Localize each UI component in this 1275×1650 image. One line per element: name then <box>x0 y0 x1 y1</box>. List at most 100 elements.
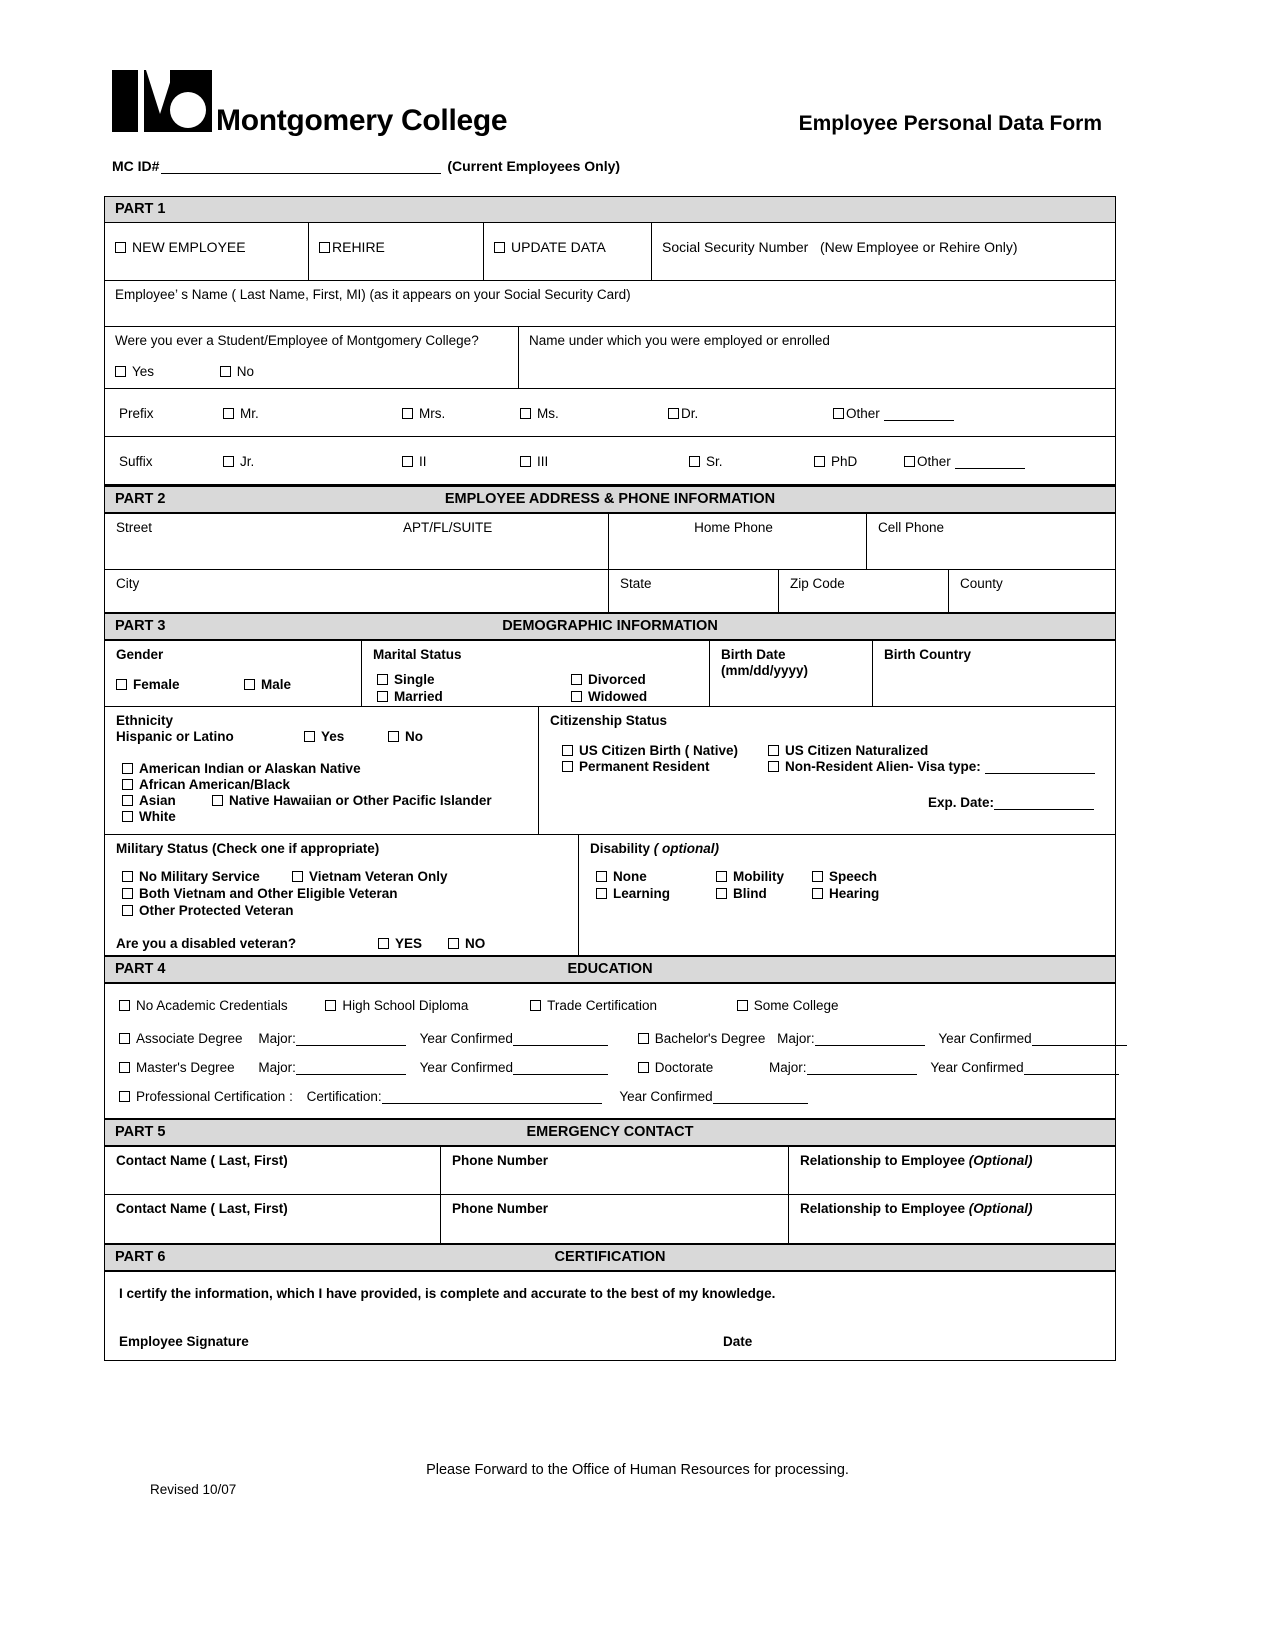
edu-associate-year-input[interactable] <box>512 1045 608 1046</box>
employee-signature-label[interactable]: Employee Signature <box>119 1334 249 1349</box>
rehire-cell[interactable]: REHIRE <box>309 223 484 280</box>
edu-bachelor-year-input[interactable] <box>1031 1045 1127 1046</box>
military-none-checkbox[interactable] <box>122 871 133 882</box>
disabled-veteran-yes-checkbox[interactable] <box>378 938 389 949</box>
disability-none-checkbox[interactable] <box>596 871 607 882</box>
marital-widowed[interactable]: Widowed <box>571 689 647 704</box>
gender-female-checkbox[interactable] <box>116 679 127 690</box>
edu-associate-major[interactable]: Major: <box>258 1031 406 1046</box>
street-cell[interactable]: Street APT/FL/SUITE <box>105 514 609 569</box>
suffix-phd-checkbox[interactable] <box>814 456 825 467</box>
edu-associate-degree-checkbox[interactable] <box>119 1033 130 1044</box>
edu-doctorate-major[interactable]: Major: <box>769 1060 917 1075</box>
hispanic-yes[interactable]: Yes <box>304 729 344 744</box>
military-none[interactable]: No Military Service <box>122 869 260 884</box>
prefix-mrs-checkbox[interactable] <box>402 408 413 419</box>
edu-doctorate-degree-checkbox[interactable] <box>637 1062 649 1073</box>
disability-mobility-checkbox[interactable] <box>716 871 727 882</box>
suffix-other-input[interactable] <box>954 468 1025 469</box>
edu-prof-cert[interactable]: Professional Certification : <box>119 1089 293 1104</box>
disability-hearing-checkbox[interactable] <box>812 888 823 899</box>
visa-type-input[interactable] <box>984 773 1095 774</box>
citizenship-permanent-resident[interactable]: Permanent Resident <box>562 759 710 774</box>
suffix-phd[interactable]: PhD <box>814 454 857 469</box>
suffix-other[interactable]: Other <box>904 454 1025 469</box>
prefix-other[interactable]: Other <box>833 406 954 421</box>
prefix-dr-checkbox[interactable] <box>668 408 679 419</box>
edu-master-degree-checkbox[interactable] <box>119 1062 130 1073</box>
edu-associate-year[interactable]: Year Confirmed <box>420 1031 608 1046</box>
prefix-mr[interactable]: Mr. <box>223 406 259 421</box>
disabled-veteran-yes[interactable]: YES <box>378 936 422 951</box>
new-employee-cell[interactable]: NEW EMPLOYEE <box>105 223 309 280</box>
suffix-jr[interactable]: Jr. <box>223 454 254 469</box>
edu-high-school[interactable]: High School Diploma <box>325 998 468 1013</box>
disability-mobility[interactable]: Mobility <box>716 869 784 884</box>
race-african-american[interactable]: African American/Black <box>122 777 290 792</box>
suffix-jr-checkbox[interactable] <box>223 456 234 467</box>
ssn-cell[interactable]: Social Security Number (New Employee or … <box>652 223 1115 280</box>
edu-no-credentials-checkbox[interactable] <box>119 1000 130 1011</box>
edu-some-college[interactable]: Some College <box>736 998 839 1013</box>
prior-student-no-checkbox[interactable] <box>219 366 231 377</box>
prior-student-no[interactable]: No <box>219 364 254 379</box>
prior-student-yes[interactable]: Yes <box>115 364 154 379</box>
disability-blind-checkbox[interactable] <box>716 888 727 899</box>
disabled-veteran-no-checkbox[interactable] <box>448 938 459 949</box>
edu-master-year[interactable]: Year Confirmed <box>420 1060 608 1075</box>
edu-trade-cert-checkbox[interactable] <box>530 1000 542 1011</box>
military-both-vietnam-other[interactable]: Both Vietnam and Other Eligible Veteran <box>122 886 398 901</box>
race-white[interactable]: White <box>122 809 176 824</box>
prefix-ms-checkbox[interactable] <box>520 408 531 419</box>
home-phone-cell[interactable]: Home Phone <box>609 514 867 569</box>
prefix-ms[interactable]: Ms. <box>520 406 559 421</box>
hispanic-no-checkbox[interactable] <box>388 731 399 742</box>
disability-none[interactable]: None <box>596 869 647 884</box>
new-employee-checkbox[interactable] <box>115 242 126 253</box>
race-american-indian[interactable]: American Indian or Alaskan Native <box>122 761 361 776</box>
edu-master-degree[interactable]: Master's Degree <box>119 1060 235 1075</box>
update-data-cell[interactable]: UPDATE DATA <box>484 223 652 280</box>
military-other-protected[interactable]: Other Protected Veteran <box>122 903 294 918</box>
contact-1-phone-cell[interactable]: Phone Number <box>441 1147 789 1194</box>
contact-1-relationship-cell[interactable]: Relationship to Employee (Optional) <box>789 1147 1115 1194</box>
suffix-ii[interactable]: II <box>402 454 427 469</box>
gender-female[interactable]: Female <box>116 677 180 692</box>
marital-married-checkbox[interactable] <box>377 691 388 702</box>
disability-speech[interactable]: Speech <box>812 869 877 884</box>
edu-master-major[interactable]: Major: <box>258 1060 406 1075</box>
county-cell[interactable]: County <box>949 570 1115 612</box>
military-vietnam-only-checkbox[interactable] <box>292 871 303 882</box>
signature-date-label[interactable]: Date <box>723 1334 752 1349</box>
contact-1-name-cell[interactable]: Contact Name ( Last, First) <box>105 1147 441 1194</box>
suffix-sr[interactable]: Sr. <box>689 454 723 469</box>
contact-2-name-cell[interactable]: Contact Name ( Last, First) <box>105 1195 441 1243</box>
zip-cell[interactable]: Zip Code <box>779 570 949 612</box>
race-american-indian-checkbox[interactable] <box>122 763 133 774</box>
prior-student-yes-checkbox[interactable] <box>115 366 126 377</box>
citizenship-non-resident-alien[interactable]: Non-Resident Alien- Visa type: <box>768 759 1095 774</box>
rehire-checkbox[interactable] <box>319 242 330 253</box>
edu-prof-cert-field[interactable]: Certification: <box>307 1089 602 1104</box>
edu-prof-cert-year[interactable]: Year Confirmed <box>619 1089 808 1104</box>
suffix-iii[interactable]: III <box>520 454 548 469</box>
marital-divorced-checkbox[interactable] <box>571 674 582 685</box>
disability-speech-checkbox[interactable] <box>812 871 823 882</box>
city-cell[interactable]: City <box>105 570 609 612</box>
edu-doctorate-year-input[interactable] <box>1023 1074 1119 1075</box>
disabled-veteran-no[interactable]: NO <box>448 936 485 951</box>
edu-some-college-checkbox[interactable] <box>736 1000 748 1011</box>
prefix-mrs[interactable]: Mrs. <box>402 406 445 421</box>
citizenship-non-resident-alien-checkbox[interactable] <box>768 761 779 772</box>
disability-learning[interactable]: Learning <box>596 886 670 901</box>
edu-doctorate-degree[interactable]: Doctorate <box>637 1060 713 1075</box>
disability-blind[interactable]: Blind <box>716 886 767 901</box>
race-native-hawaiian[interactable]: Native Hawaiian or Other Pacific Islande… <box>212 793 492 808</box>
edu-associate-major-input[interactable] <box>295 1045 406 1046</box>
edu-bachelor-year[interactable]: Year Confirmed <box>938 1031 1127 1046</box>
citizenship-us-birth-checkbox[interactable] <box>562 745 573 756</box>
disability-learning-checkbox[interactable] <box>596 888 607 899</box>
edu-prof-cert-checkbox[interactable] <box>119 1091 130 1102</box>
race-native-hawaiian-checkbox[interactable] <box>212 795 223 806</box>
cell-phone-cell[interactable]: Cell Phone <box>867 514 1115 569</box>
